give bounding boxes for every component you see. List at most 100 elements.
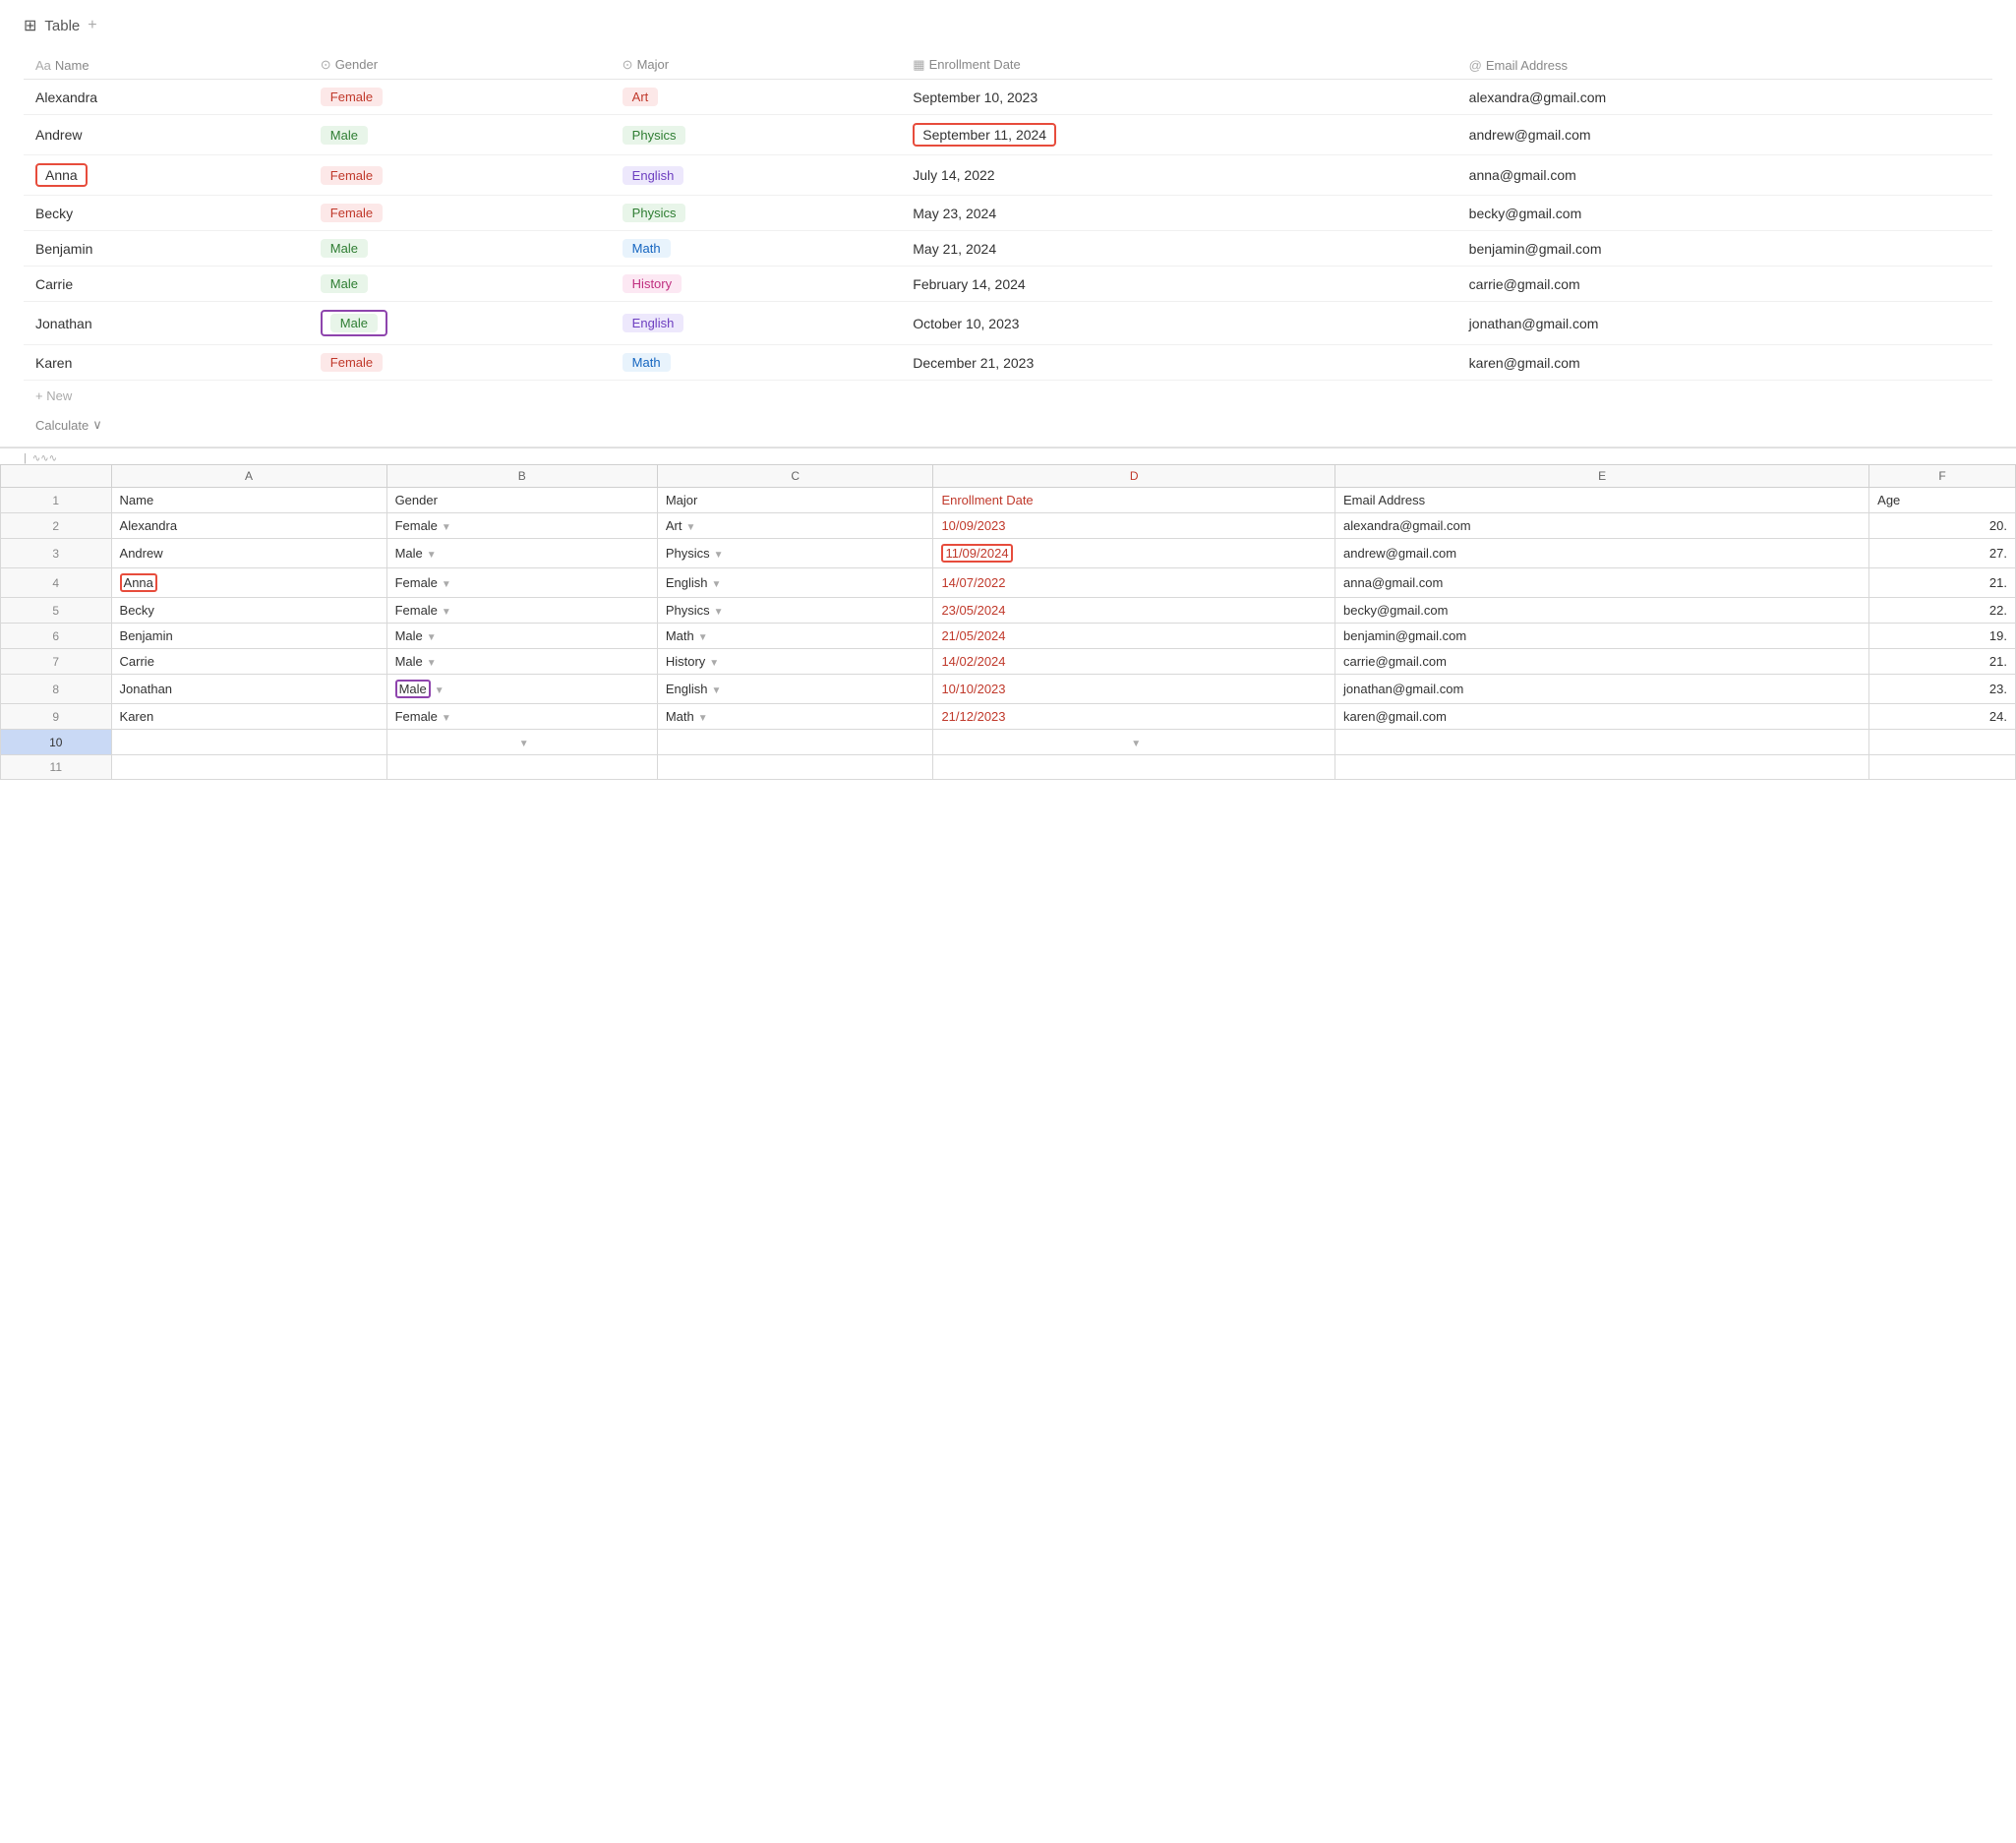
notion-cell-name[interactable]: Benjamin: [24, 231, 309, 267]
spreadsheet-cell-9-f[interactable]: 24.: [1869, 704, 2016, 730]
spreadsheet-cell-10-f[interactable]: [1869, 730, 2016, 755]
spreadsheet-cell-10-d[interactable]: ▼: [933, 730, 1335, 755]
notion-cell-gender[interactable]: Female: [309, 155, 611, 196]
spreadsheet-cell-4-f[interactable]: 21.: [1869, 568, 2016, 598]
spreadsheet-cell-5-a[interactable]: Becky: [111, 598, 386, 624]
notion-cell-email[interactable]: alexandra@gmail.com: [1457, 80, 1992, 115]
spreadsheet-cell-2-e[interactable]: alexandra@gmail.com: [1335, 513, 1869, 539]
spreadsheet-cell-1-e[interactable]: Email Address: [1335, 488, 1869, 513]
notion-cell-date[interactable]: February 14, 2024: [901, 267, 1456, 302]
notion-cell-date[interactable]: May 23, 2024: [901, 196, 1456, 231]
notion-cell-gender[interactable]: Female: [309, 80, 611, 115]
spreadsheet-cell-4-e[interactable]: anna@gmail.com: [1335, 568, 1869, 598]
spreadsheet-cell-4-c[interactable]: English▼: [657, 568, 933, 598]
spreadsheet-cell-7-b[interactable]: Male▼: [386, 649, 657, 675]
spreadsheet-cell-7-f[interactable]: 21.: [1869, 649, 2016, 675]
spreadsheet-cell-10-a[interactable]: [111, 730, 386, 755]
notion-cell-gender[interactable]: Female: [309, 196, 611, 231]
notion-cell-major[interactable]: Math: [611, 231, 902, 267]
notion-cell-gender[interactable]: Male: [309, 115, 611, 155]
spreadsheet-cell-2-a[interactable]: Alexandra: [111, 513, 386, 539]
spreadsheet-cell-11-c[interactable]: [657, 755, 933, 780]
spreadsheet-cell-6-b[interactable]: Male▼: [386, 624, 657, 649]
spreadsheet-cell-5-b[interactable]: Female▼: [386, 598, 657, 624]
spreadsheet-cell-3-e[interactable]: andrew@gmail.com: [1335, 539, 1869, 568]
spreadsheet-cell-6-c[interactable]: Math▼: [657, 624, 933, 649]
spreadsheet-cell-1-b[interactable]: Gender: [386, 488, 657, 513]
notion-cell-name[interactable]: Becky: [24, 196, 309, 231]
spreadsheet-cell-6-a[interactable]: Benjamin: [111, 624, 386, 649]
spreadsheet-cell-7-d[interactable]: 14/02/2024: [933, 649, 1335, 675]
notion-cell-major[interactable]: Math: [611, 345, 902, 381]
notion-cell-email[interactable]: anna@gmail.com: [1457, 155, 1992, 196]
spreadsheet-cell-8-b[interactable]: Male▼: [386, 675, 657, 704]
spreadsheet-cell-11-f[interactable]: [1869, 755, 2016, 780]
new-row-button[interactable]: + New: [24, 381, 1992, 411]
spreadsheet-cell-7-c[interactable]: History▼: [657, 649, 933, 675]
spreadsheet-cell-3-a[interactable]: Andrew: [111, 539, 386, 568]
spreadsheet-cell-11-e[interactable]: [1335, 755, 1869, 780]
spreadsheet-cell-9-a[interactable]: Karen: [111, 704, 386, 730]
notion-cell-major[interactable]: English: [611, 302, 902, 345]
spreadsheet-cell-5-d[interactable]: 23/05/2024: [933, 598, 1335, 624]
add-table-button[interactable]: +: [88, 17, 96, 34]
spreadsheet-cell-8-f[interactable]: 23.: [1869, 675, 2016, 704]
notion-cell-major[interactable]: Art: [611, 80, 902, 115]
notion-cell-email[interactable]: becky@gmail.com: [1457, 196, 1992, 231]
spreadsheet-cell-8-a[interactable]: Jonathan: [111, 675, 386, 704]
spreadsheet-cell-8-c[interactable]: English▼: [657, 675, 933, 704]
spreadsheet-cell-5-c[interactable]: Physics▼: [657, 598, 933, 624]
spreadsheet-cell-3-d[interactable]: 11/09/2024: [933, 539, 1335, 568]
notion-cell-name[interactable]: Alexandra: [24, 80, 309, 115]
notion-cell-date[interactable]: September 10, 2023: [901, 80, 1456, 115]
spreadsheet-cell-1-d[interactable]: Enrollment Date: [933, 488, 1335, 513]
spreadsheet-cell-1-a[interactable]: Name: [111, 488, 386, 513]
spreadsheet-cell-9-b[interactable]: Female▼: [386, 704, 657, 730]
spreadsheet-cell-9-e[interactable]: karen@gmail.com: [1335, 704, 1869, 730]
spreadsheet-cell-3-c[interactable]: Physics▼: [657, 539, 933, 568]
notion-cell-date[interactable]: October 10, 2023: [901, 302, 1456, 345]
notion-cell-email[interactable]: benjamin@gmail.com: [1457, 231, 1992, 267]
spreadsheet-cell-8-d[interactable]: 10/10/2023: [933, 675, 1335, 704]
notion-cell-name[interactable]: Anna: [24, 155, 309, 196]
notion-cell-date[interactable]: May 21, 2024: [901, 231, 1456, 267]
spreadsheet-cell-11-a[interactable]: [111, 755, 386, 780]
notion-cell-email[interactable]: jonathan@gmail.com: [1457, 302, 1992, 345]
notion-cell-major[interactable]: Physics: [611, 196, 902, 231]
spreadsheet-cell-6-d[interactable]: 21/05/2024: [933, 624, 1335, 649]
notion-cell-name[interactable]: Andrew: [24, 115, 309, 155]
spreadsheet-cell-1-c[interactable]: Major: [657, 488, 933, 513]
notion-cell-major[interactable]: History: [611, 267, 902, 302]
spreadsheet-cell-7-a[interactable]: Carrie: [111, 649, 386, 675]
spreadsheet-cell-3-b[interactable]: Male▼: [386, 539, 657, 568]
spreadsheet-cell-4-d[interactable]: 14/07/2022: [933, 568, 1335, 598]
notion-cell-major[interactable]: English: [611, 155, 902, 196]
spreadsheet-cell-5-e[interactable]: becky@gmail.com: [1335, 598, 1869, 624]
calculate-button[interactable]: Calculate ∨: [24, 411, 1992, 439]
notion-cell-gender[interactable]: Male: [309, 302, 611, 345]
spreadsheet-cell-11-b[interactable]: [386, 755, 657, 780]
notion-cell-gender[interactable]: Female: [309, 345, 611, 381]
spreadsheet-cell-6-f[interactable]: 19.: [1869, 624, 2016, 649]
notion-cell-email[interactable]: karen@gmail.com: [1457, 345, 1992, 381]
spreadsheet-cell-4-a[interactable]: Anna: [111, 568, 386, 598]
spreadsheet-cell-5-f[interactable]: 22.: [1869, 598, 2016, 624]
notion-cell-name[interactable]: Karen: [24, 345, 309, 381]
spreadsheet-cell-4-b[interactable]: Female▼: [386, 568, 657, 598]
notion-cell-email[interactable]: carrie@gmail.com: [1457, 267, 1992, 302]
spreadsheet-cell-10-b[interactable]: ▼: [386, 730, 657, 755]
spreadsheet-cell-10-e[interactable]: [1335, 730, 1869, 755]
spreadsheet-cell-10-c[interactable]: [657, 730, 933, 755]
notion-cell-name[interactable]: Carrie: [24, 267, 309, 302]
spreadsheet-cell-2-c[interactable]: Art▼: [657, 513, 933, 539]
spreadsheet-cell-9-c[interactable]: Math▼: [657, 704, 933, 730]
spreadsheet-cell-2-b[interactable]: Female▼: [386, 513, 657, 539]
notion-cell-gender[interactable]: Male: [309, 231, 611, 267]
spreadsheet-cell-2-d[interactable]: 10/09/2023: [933, 513, 1335, 539]
notion-cell-date[interactable]: July 14, 2022: [901, 155, 1456, 196]
notion-cell-date[interactable]: September 11, 2024: [901, 115, 1456, 155]
spreadsheet-cell-6-e[interactable]: benjamin@gmail.com: [1335, 624, 1869, 649]
spreadsheet-cell-11-d[interactable]: [933, 755, 1335, 780]
spreadsheet-cell-3-f[interactable]: 27.: [1869, 539, 2016, 568]
spreadsheet-cell-1-f[interactable]: Age: [1869, 488, 2016, 513]
